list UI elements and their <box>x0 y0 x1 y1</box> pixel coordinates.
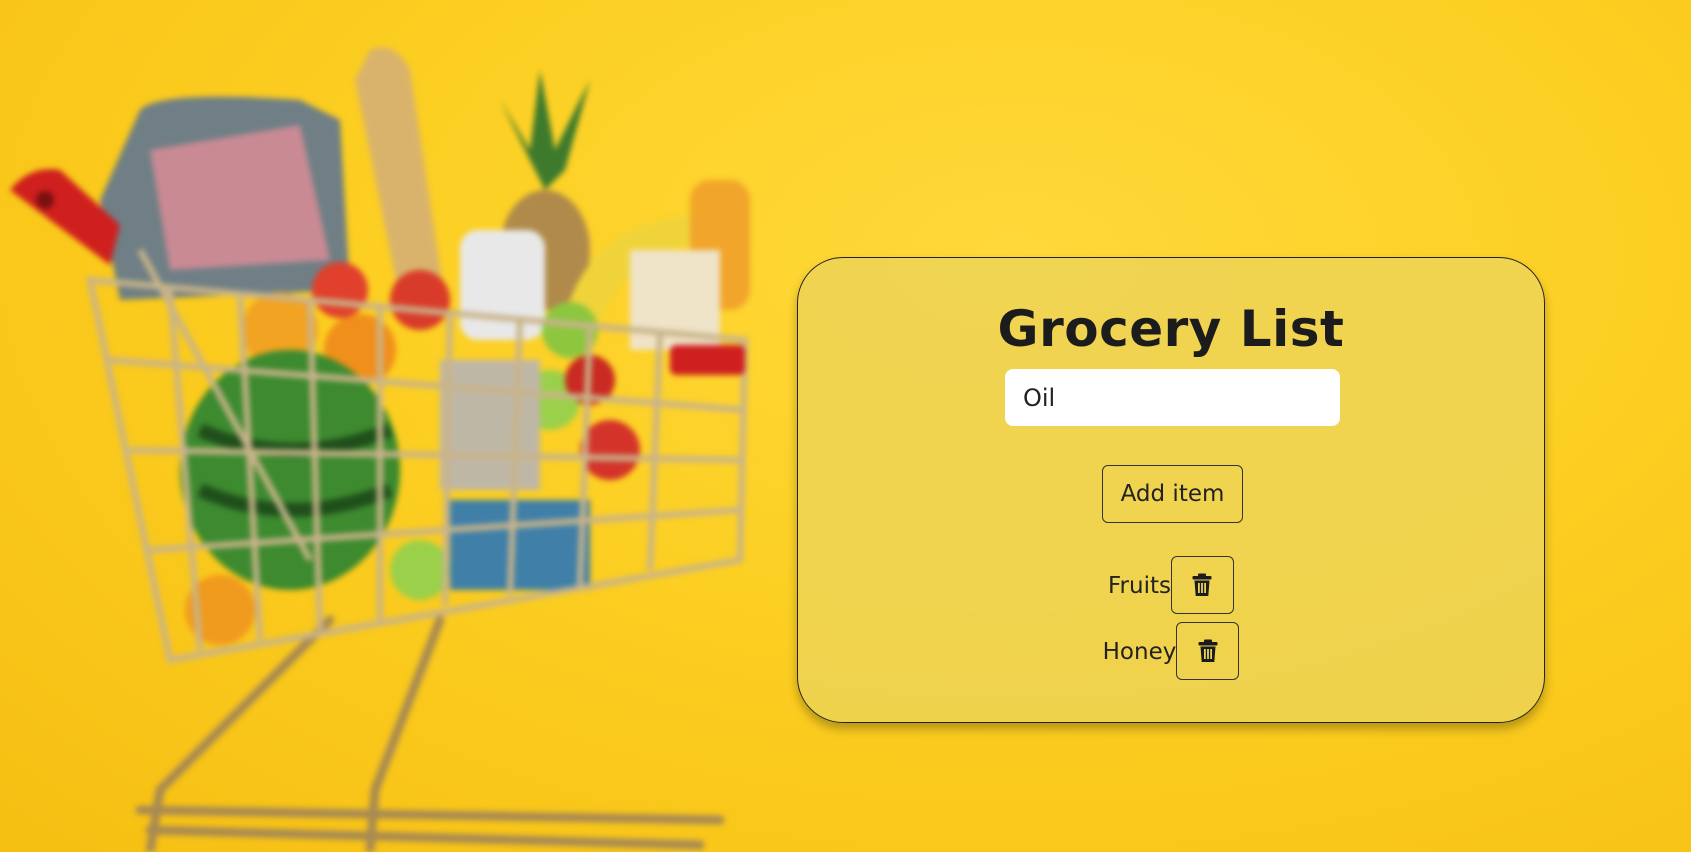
grocery-list-card: Grocery List Add item Fruits Honey <box>797 257 1545 723</box>
page-title: Grocery List <box>997 300 1345 358</box>
shopping-cart-background-image <box>10 47 750 852</box>
item-input[interactable] <box>1005 369 1340 426</box>
grocery-items-list: Fruits Honey <box>798 554 1544 686</box>
list-item: Fruits <box>798 554 1544 616</box>
trash-icon <box>1192 573 1212 596</box>
add-item-button[interactable]: Add item <box>1102 465 1243 523</box>
list-item: Honey <box>798 620 1544 682</box>
delete-item-button[interactable] <box>1170 556 1234 614</box>
delete-item-button[interactable] <box>1176 622 1240 680</box>
item-name: Honey <box>1102 639 1177 665</box>
trash-icon <box>1198 639 1218 662</box>
item-name: Fruits <box>1108 573 1171 599</box>
